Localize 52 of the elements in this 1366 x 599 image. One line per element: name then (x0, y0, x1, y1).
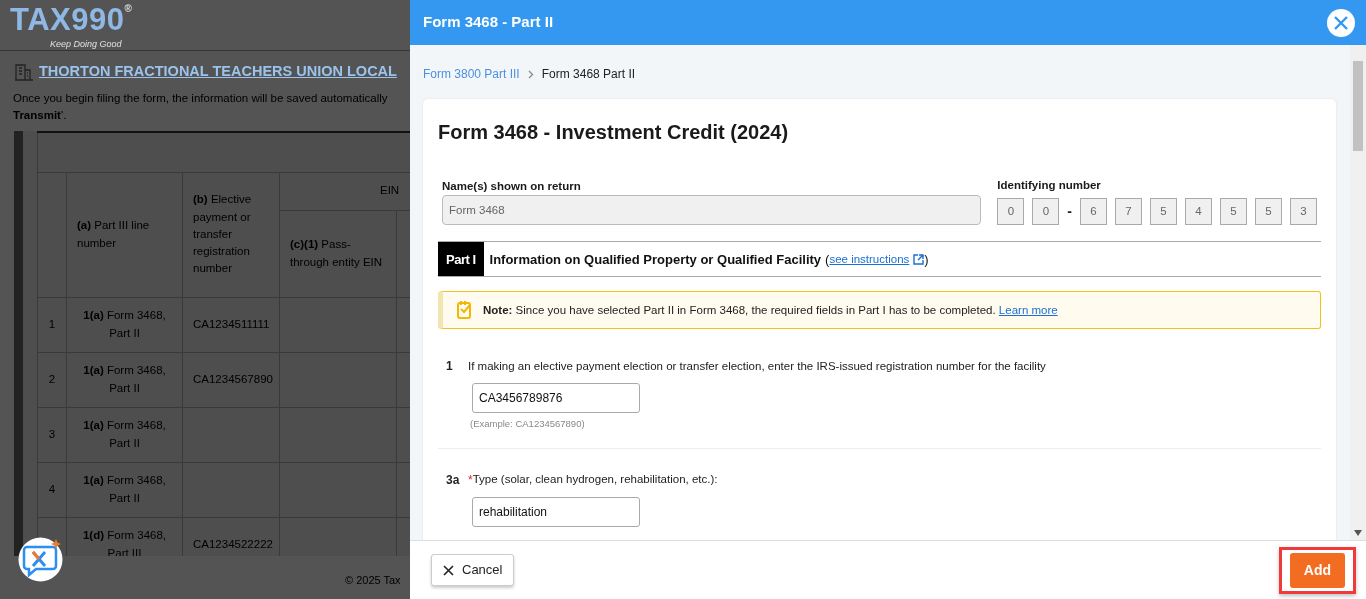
parenthesis: ) (924, 250, 929, 269)
field-label: Name(s) shown on return (442, 179, 582, 194)
digit-box[interactable]: 5 (1255, 198, 1282, 226)
add-button[interactable]: Add (1289, 552, 1345, 588)
column-header: (b) Elective payment or transfer registration number (182, 172, 280, 297)
line-number: 3a (446, 471, 461, 489)
part-badge: Part I (438, 242, 484, 277)
breadcrumb-link[interactable]: Form 3800 Part III (423, 65, 520, 83)
text-field[interactable]: rehabilitation (472, 496, 640, 527)
copyright-text: © 2025 Tax (345, 573, 401, 588)
logo-tagline: Keep Doing Good (50, 38, 122, 51)
line-label: Type (solar, clean hydrogen, rehabilitation, etc.): (472, 471, 718, 487)
breadcrumb-current: Form 3468 Part II (541, 66, 636, 83)
organization-title-link[interactable]: THORTON FRACTIONAL TEACHERS UNION LOCAL (39, 61, 397, 83)
part-heading: Information on Qualified Property or Qualified Facility (489, 250, 822, 269)
line-number: 1 (446, 358, 454, 376)
table-cell: 1(a) Form 3468, Part II (66, 352, 183, 407)
digit-box[interactable]: 3 (1290, 198, 1317, 226)
logo[interactable]: TAX990® (10, 4, 133, 35)
row-number: 2 (37, 352, 67, 407)
digit-box[interactable]: 6 (1080, 198, 1107, 226)
digit-box[interactable]: 7 (1115, 198, 1142, 226)
field-label: Identifying number (997, 178, 1102, 193)
instruction-text: Transmit'. (12, 108, 68, 123)
digit-box[interactable]: 5 (1150, 198, 1177, 226)
digit-box[interactable]: 5 (1220, 198, 1247, 226)
field-hint: (Example: CA1234567890) (470, 417, 586, 432)
note-text: Note: Since you have selected Part II in Form 3468, the required fields in Part I has to be completed. Learn more (483, 302, 1058, 318)
instructions-link[interactable]: see instructions (829, 250, 925, 268)
table-cell: CA1234567890 (182, 352, 280, 407)
line-label: If making an elective payment election or transfer election, enter the IRS-issued registration number for the facility (468, 358, 1046, 374)
digit-box[interactable]: 0 (1032, 198, 1060, 226)
row-number: 3 (37, 407, 67, 462)
table-cell: 1(a) Form 3468, Part II (66, 297, 183, 352)
required-mark: * (468, 471, 473, 489)
text-field[interactable]: CA3456789876 (472, 383, 640, 414)
table-cell: 1(a) Form 3468, Part II (66, 462, 183, 517)
digit-box[interactable]: 0 (997, 198, 1025, 226)
table-cell: CA1234511111 (182, 297, 280, 352)
cancel-button[interactable]: Cancel (431, 554, 515, 586)
column-header: (c)(1) Pass-through entity EIN (279, 210, 397, 297)
table-cell: 1(a) Form 3468, Part II (66, 407, 183, 462)
row-number: 4 (37, 462, 67, 517)
digit-box[interactable]: 4 (1185, 198, 1212, 226)
form-title: Form 3468 - Investment Credit (2024) (438, 120, 790, 145)
row-number: 1 (37, 297, 67, 352)
learn-more-link[interactable]: Learn more (998, 303, 1058, 316)
parenthesis: ( (825, 250, 830, 269)
dialog-title: Form 3468 - Part II (423, 12, 554, 33)
dash-separator: - (1067, 202, 1072, 222)
instruction-text: Once you begin filing the form, the information will be saved automatically (12, 91, 389, 106)
column-header: (a) Part III line number (66, 172, 183, 297)
